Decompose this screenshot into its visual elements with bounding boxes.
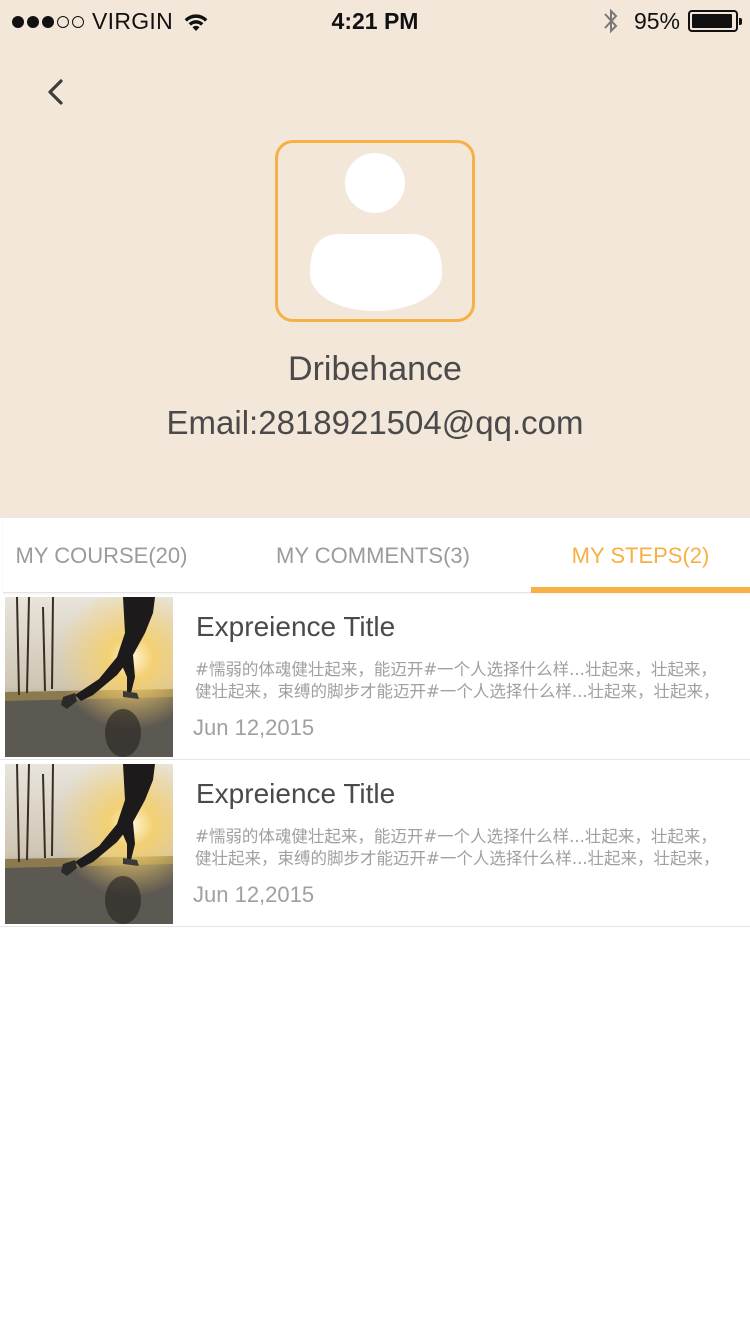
- user-placeholder-icon: [310, 153, 442, 311]
- tab-my-comments[interactable]: MY COMMENTS(3): [243, 518, 503, 593]
- battery-percent: 95%: [633, 7, 680, 34]
- steps-list: Expreience Title #懦弱的体魂健壮起来，能迈开#一个人选择什么样…: [0, 593, 750, 927]
- item-description-line: 健壮起来，束缚的脚步才能迈开#一个人选择什么样...壮起来，壮起来，: [195, 682, 720, 701]
- runner-photo: [5, 764, 173, 924]
- back-chevron-icon[interactable]: [36, 72, 76, 112]
- list-item[interactable]: Expreience Title #懦弱的体魂健壮起来，能迈开#一个人选择什么样…: [0, 760, 750, 927]
- avatar[interactable]: [275, 140, 475, 322]
- battery-icon: [688, 10, 742, 32]
- item-description-line: #懦弱的体魂健壮起来，能迈开#一个人选择什么样...壮起来，壮起来，: [195, 660, 717, 679]
- bluetooth-icon: [604, 8, 618, 34]
- item-title: Expreience Title: [196, 611, 396, 642]
- item-date: Jun 12,2015: [193, 715, 315, 740]
- tab-my-steps[interactable]: MY STEPS(2): [531, 518, 750, 593]
- item-description: #懦弱的体魂健壮起来，能迈开#一个人选择什么样...壮起来，壮起来， 健壮起来，…: [195, 659, 750, 703]
- profile-name: Dribehance: [288, 350, 462, 388]
- item-description-line: 健壮起来，束缚的脚步才能迈开#一个人选择什么样...壮起来，壮起来，: [195, 849, 720, 868]
- profile-tabs: MY COURSE(20) MY COMMENTS(3) MY STEPS(2): [3, 518, 750, 593]
- profile-header: VIRGIN 4:21 PM 95% Dribehance Email:2818…: [0, 0, 750, 518]
- item-description-line: #懦弱的体魂健壮起来，能迈开#一个人选择什么样...壮起来，壮起来，: [195, 827, 717, 846]
- list-item[interactable]: Expreience Title #懦弱的体魂健壮起来，能迈开#一个人选择什么样…: [0, 593, 750, 760]
- item-date: Jun 12,2015: [193, 882, 315, 907]
- item-description: #懦弱的体魂健壮起来，能迈开#一个人选择什么样...壮起来，壮起来， 健壮起来，…: [195, 826, 750, 870]
- item-title: Expreience Title: [196, 778, 396, 809]
- tab-my-course[interactable]: MY COURSE(20): [3, 518, 200, 593]
- profile-email: Email:2818921504@qq.com: [166, 404, 584, 441]
- status-bar: VIRGIN 4:21 PM 95%: [0, 0, 750, 44]
- runner-photo: [5, 597, 173, 757]
